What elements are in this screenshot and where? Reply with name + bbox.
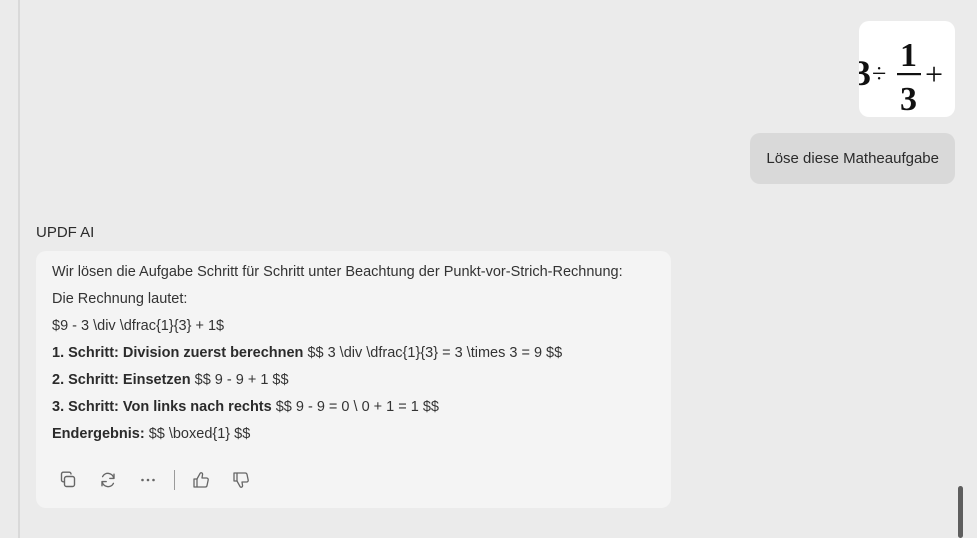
copy-icon [60,471,76,488]
step-title: 1. Schritt: Division zuerst berechnen [52,345,304,361]
step-title: 3. Schritt: Von links nach rechts [52,399,272,415]
user-message-bubble: Löse diese Matheaufgabe [750,133,955,184]
reply-step-2: 2. Schritt: Einsetzen $$ 9 - 9 + 1 $$ [52,369,664,396]
reply-intro: Wir lösen die Aufgabe Schritt für Schrit… [52,264,623,280]
regenerate-button[interactable] [96,468,120,492]
step-title: Endergebnis: [52,426,145,442]
reply-calc-expr: $9 - 3 \div \dfrac{1}{3} + 1$ [52,318,225,334]
assistant-name: UPDF AI [36,224,95,241]
user-message-text: Löse diese Matheaufgabe [766,150,939,167]
message-actions [56,467,269,493]
like-button[interactable] [189,468,213,492]
assistant-message-card: Wir lösen die Aufgabe Schritt für Schrit… [36,251,671,508]
dislike-button[interactable] [229,468,253,492]
reply-final-result: Endergebnis: $$ \boxed{1} $$ [52,423,664,450]
expr-left-digit: 3 [859,53,871,93]
thumbs-down-icon [233,472,249,488]
assistant-message-body: Wir lösen die Aufgabe Schritt für Schrit… [52,261,664,450]
expr-divide: ÷ [872,59,886,88]
user-image-attachment[interactable]: 3 ÷ 1 3 + [859,21,955,117]
math-expression-image: 3 ÷ 1 3 + [859,37,943,117]
thumbs-up-icon [193,472,209,488]
panel-divider [18,0,20,538]
step-title: 2. Schritt: Einsetzen [52,372,191,388]
copy-button[interactable] [56,468,80,492]
actions-separator [174,470,175,490]
expr-denominator: 3 [900,81,917,117]
chat-panel: 3 ÷ 1 3 + Löse diese Matheaufgabe UPDF A… [0,0,977,538]
expr-plus: + [925,56,943,92]
reply-calc-label: Die Rechnung lautet: [52,291,188,307]
more-icon [141,478,155,482]
step-content: $$ 3 \div \dfrac{1}{3} = 3 \times 3 = 9 … [307,345,563,361]
fraction-bar [897,73,921,76]
refresh-icon [101,472,115,488]
step-content: $$ \boxed{1} $$ [148,426,251,442]
step-content: $$ 9 - 9 = 0 \ 0 + 1 = 1 $$ [275,399,439,415]
scrollbar-thumb[interactable] [958,486,963,538]
more-options-button[interactable] [136,468,160,492]
expr-numerator: 1 [900,37,917,74]
reply-step-3: 3. Schritt: Von links nach rechts $$ 9 -… [52,396,664,423]
step-content: $$ 9 - 9 + 1 $$ [194,372,289,388]
reply-step-1: 1. Schritt: Division zuerst berechnen $$… [52,342,664,369]
